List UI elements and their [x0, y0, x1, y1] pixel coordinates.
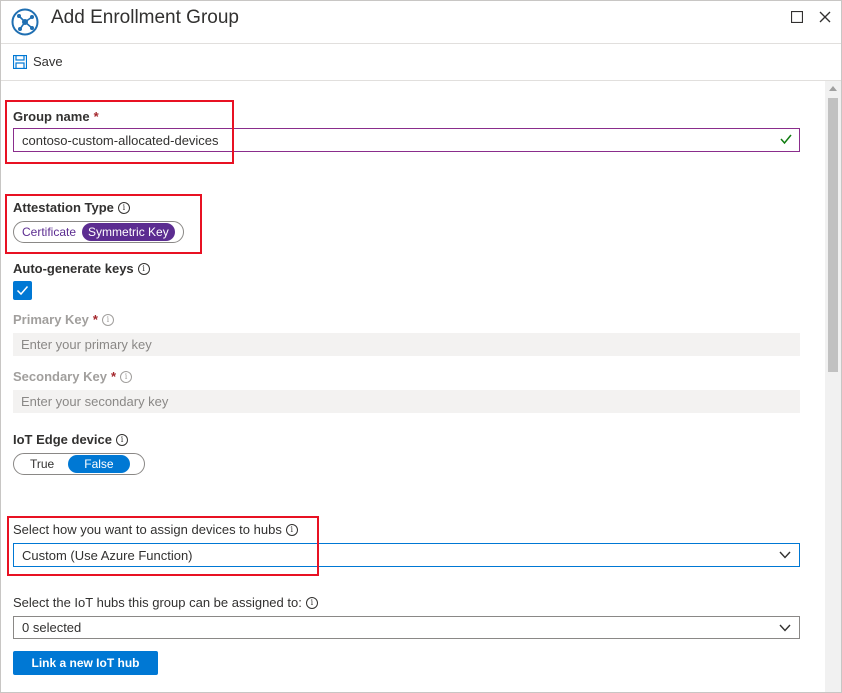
save-button[interactable]: Save [13, 54, 63, 69]
title-bar: Add Enrollment Group [1, 1, 841, 44]
link-iot-hub-button[interactable]: Link a new IoT hub [13, 651, 158, 675]
iot-hubs-label: Select the IoT hubs this group can be as… [13, 595, 318, 610]
info-icon: i [115, 433, 128, 446]
iot-hubs-dropdown[interactable]: 0 selected [13, 616, 800, 639]
scrollbar-thumb[interactable] [828, 98, 838, 372]
info-icon: i [305, 596, 318, 609]
enrollment-group-blade: Add Enrollment Group Save Group name * c… [0, 0, 842, 693]
maximize-icon [791, 11, 803, 23]
primary-key-label: Primary Key * i [13, 312, 114, 327]
auto-generate-keys-checkbox[interactable] [13, 281, 32, 300]
vertical-scrollbar[interactable] [825, 81, 841, 692]
highlight-box [7, 516, 319, 576]
maximize-button[interactable] [787, 7, 807, 27]
required-mark: * [110, 369, 116, 384]
iot-edge-device-label: IoT Edge device i [13, 432, 128, 447]
info-icon: i [120, 370, 132, 383]
valid-check-icon [780, 134, 792, 145]
close-icon [819, 11, 831, 23]
page-title: Add Enrollment Group [51, 7, 239, 28]
iot-edge-option-true[interactable]: True [16, 455, 68, 473]
chevron-down-icon [779, 551, 791, 559]
secondary-key-label: Secondary Key * i [13, 369, 132, 384]
highlight-box [5, 100, 234, 164]
form-content: Group name * contoso-custom-allocated-de… [1, 81, 823, 692]
auto-generate-keys-label-text: Auto-generate keys [13, 261, 134, 276]
info-icon: i [101, 313, 114, 326]
iot-hubs-value: 0 selected [22, 620, 82, 635]
scroll-up-icon[interactable] [829, 86, 837, 91]
primary-key-placeholder: Enter your primary key [21, 337, 152, 352]
iot-edge-option-false[interactable]: False [68, 455, 130, 473]
command-bar: Save [1, 44, 841, 81]
highlight-box [5, 194, 202, 254]
primary-key-label-text: Primary Key [13, 312, 89, 327]
save-label: Save [33, 54, 63, 69]
info-icon: i [137, 262, 150, 275]
save-icon [13, 54, 27, 69]
iot-edge-device-toggle: True False [13, 453, 145, 475]
iot-hubs-label-text: Select the IoT hubs this group can be as… [13, 595, 302, 610]
close-button[interactable] [815, 7, 835, 27]
chevron-down-icon [779, 624, 791, 632]
required-mark: * [92, 312, 98, 327]
secondary-key-placeholder: Enter your secondary key [21, 394, 169, 409]
primary-key-input[interactable]: Enter your primary key [13, 333, 800, 356]
auto-generate-keys-label: Auto-generate keys i [13, 261, 150, 276]
device-provisioning-icon [11, 8, 39, 36]
secondary-key-input[interactable]: Enter your secondary key [13, 390, 800, 413]
secondary-key-label-text: Secondary Key [13, 369, 107, 384]
checkmark-icon [16, 286, 29, 296]
iot-edge-device-label-text: IoT Edge device [13, 432, 112, 447]
